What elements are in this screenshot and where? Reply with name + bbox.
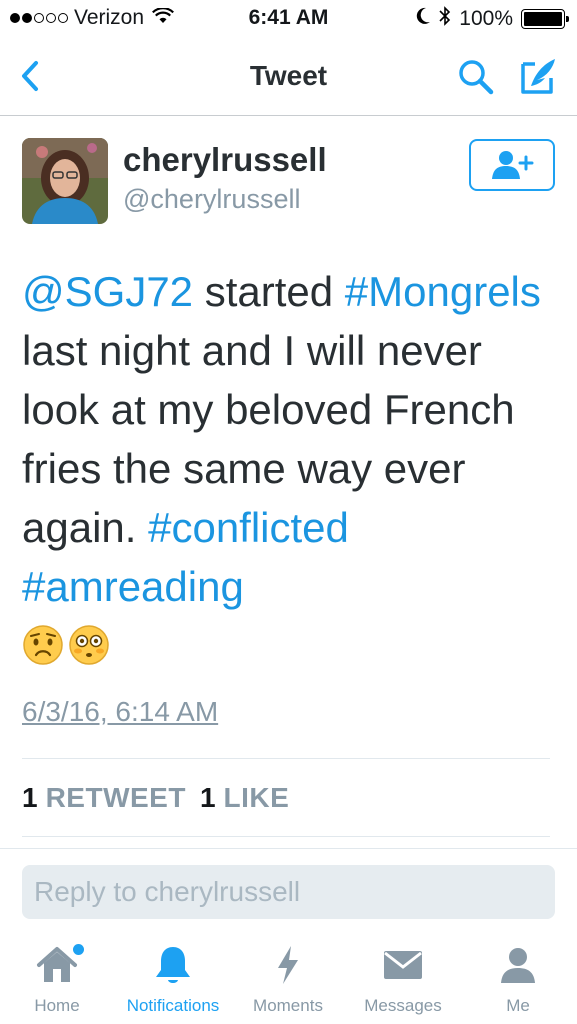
tweet-text: @SGJ72 started #Mongrels last night and … bbox=[22, 262, 557, 681]
divider bbox=[22, 758, 550, 759]
compose-icon bbox=[521, 59, 555, 94]
back-button[interactable] bbox=[10, 56, 50, 96]
flushed-face-emoji bbox=[68, 622, 110, 681]
lightning-icon bbox=[275, 940, 301, 990]
reply-bar: Reply to cherylrussell bbox=[0, 848, 577, 932]
status-bar: Verizon 6:41 AM 100% bbox=[0, 0, 577, 38]
compose-tweet-button[interactable] bbox=[517, 54, 561, 98]
search-icon bbox=[459, 60, 494, 95]
worried-face-emoji bbox=[22, 622, 64, 681]
avatar[interactable] bbox=[22, 138, 108, 224]
retweet-count: 1 bbox=[22, 782, 38, 813]
hashtag-link[interactable]: #conflicted bbox=[148, 504, 349, 551]
bluetooth-icon bbox=[439, 6, 451, 32]
retweets-stat[interactable]: 1 RETWEET bbox=[22, 782, 186, 814]
tab-label: Notifications bbox=[126, 996, 220, 1015]
tab-me[interactable]: Me bbox=[490, 940, 546, 1024]
moon-icon bbox=[415, 7, 431, 31]
navigation-bar: Tweet bbox=[0, 38, 577, 116]
like-label: LIKE bbox=[223, 782, 290, 813]
tab-label: Me bbox=[506, 996, 530, 1015]
display-name[interactable]: cherylrussell bbox=[123, 141, 327, 179]
bell-icon bbox=[154, 940, 192, 990]
new-content-dot bbox=[73, 944, 84, 955]
status-right: 100% bbox=[415, 6, 569, 32]
battery-percent: 100% bbox=[459, 7, 513, 30]
battery-icon bbox=[521, 9, 569, 29]
likes-stat[interactable]: 1 LIKE bbox=[200, 782, 289, 814]
tab-bar: Home Notifications Moments Messages Me bbox=[0, 932, 577, 1024]
person-icon bbox=[499, 940, 537, 990]
hashtag-link[interactable]: #amreading bbox=[22, 563, 244, 610]
tab-label: Home bbox=[34, 996, 80, 1015]
divider bbox=[22, 836, 550, 837]
tweet-text-segment: started bbox=[193, 268, 345, 315]
reply-input[interactable]: Reply to cherylrussell bbox=[22, 865, 555, 919]
back-chevron-icon bbox=[22, 61, 38, 91]
like-count: 1 bbox=[199, 782, 216, 813]
home-icon bbox=[36, 940, 84, 990]
tab-label: Moments bbox=[253, 996, 323, 1015]
tab-messages[interactable]: Messages bbox=[358, 940, 448, 1024]
tab-home[interactable]: Home bbox=[22, 940, 92, 1024]
search-button[interactable] bbox=[455, 56, 497, 98]
hashtag-link[interactable]: #Mongrels bbox=[345, 268, 541, 315]
tab-label: Messages bbox=[364, 996, 442, 1015]
tweet-stats: 1 RETWEET 1 LIKE bbox=[22, 782, 289, 814]
tab-notifications[interactable]: Notifications bbox=[116, 940, 230, 1024]
mention-link[interactable]: @SGJ72 bbox=[22, 268, 193, 315]
user-handle[interactable]: @cherylrussell bbox=[123, 184, 300, 215]
tab-moments[interactable]: Moments bbox=[246, 940, 330, 1024]
envelope-icon bbox=[383, 940, 423, 990]
retweet-label: RETWEET bbox=[45, 782, 186, 813]
tweet-timestamp[interactable]: 6/3/16, 6:14 AM bbox=[22, 696, 218, 728]
add-user-icon bbox=[492, 151, 534, 179]
follow-button[interactable] bbox=[469, 139, 555, 191]
